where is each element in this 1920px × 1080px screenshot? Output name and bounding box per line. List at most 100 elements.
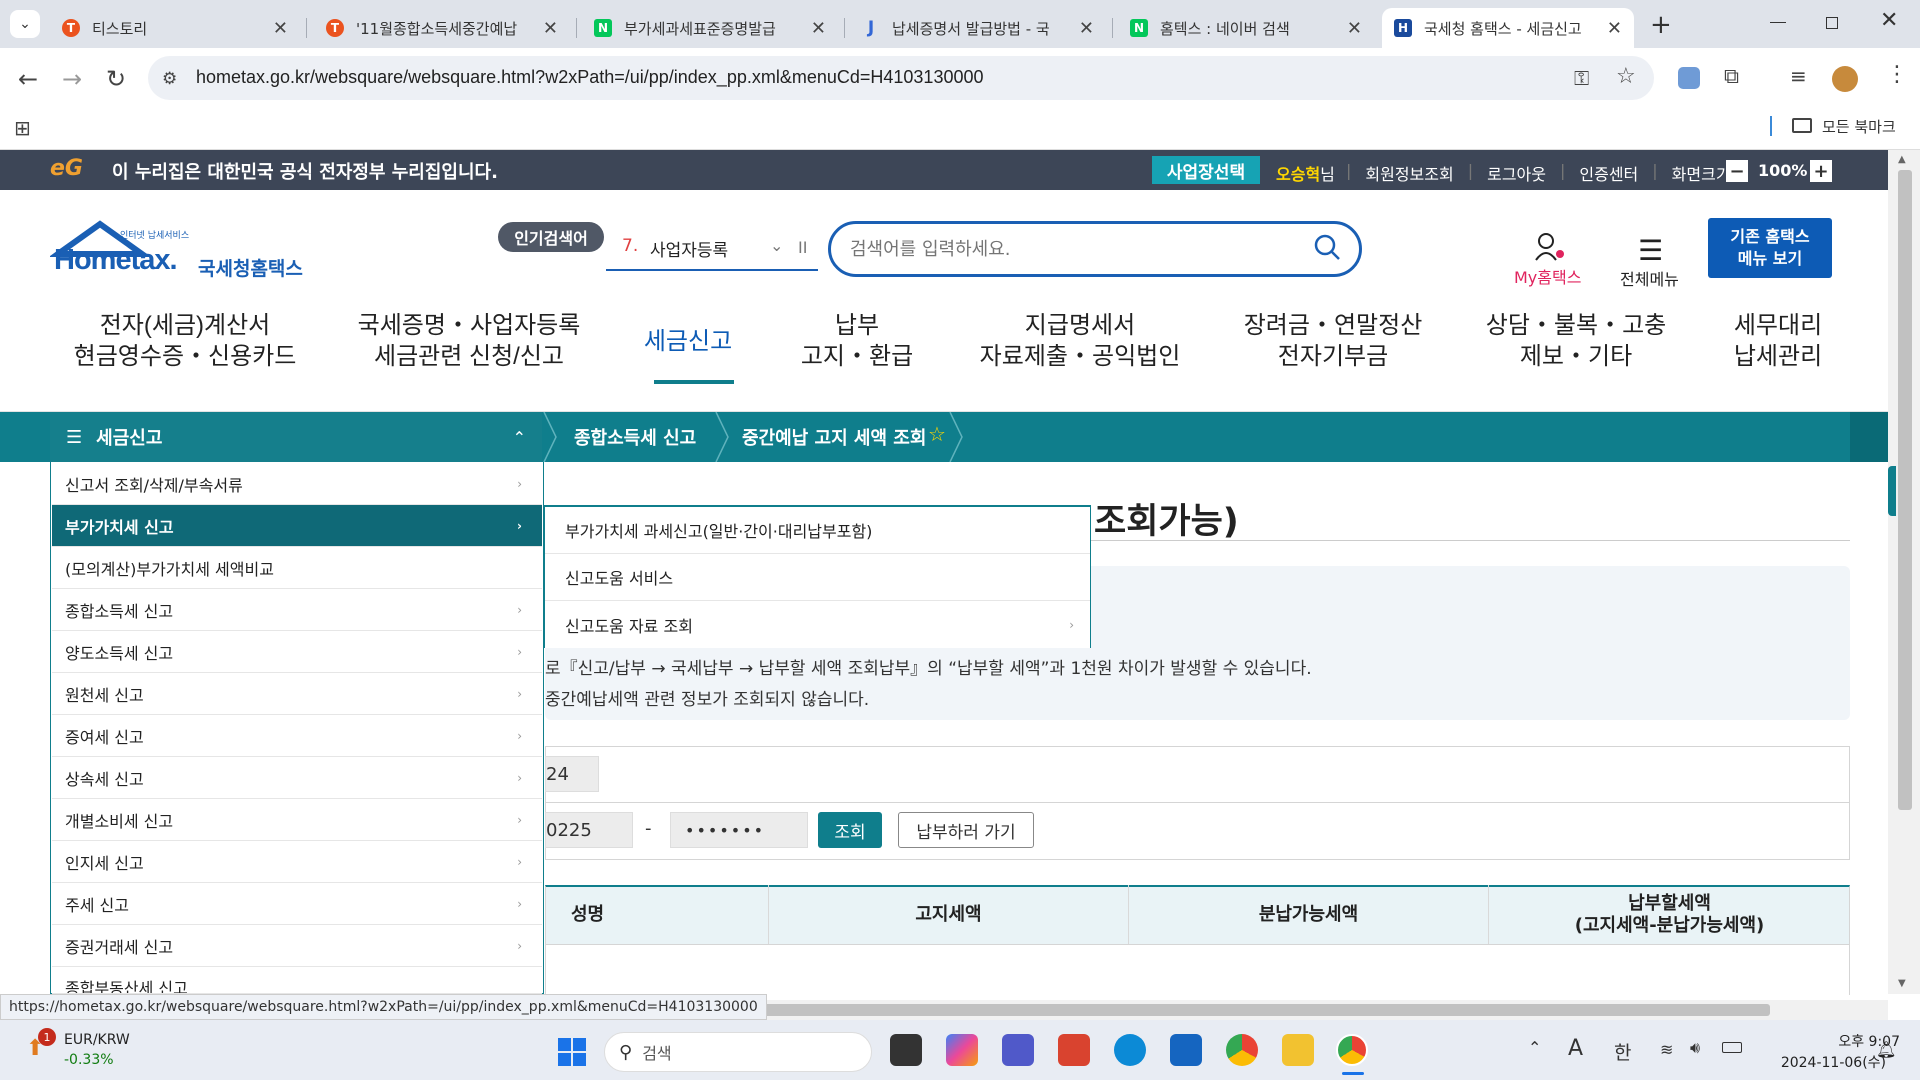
minimize-icon[interactable] [1770,22,1786,23]
browser-tab[interactable]: N 홈텍스 : 네이버 검색 ✕ [1118,8,1374,48]
browser-tab[interactable]: T '11월종합소득세중간예납 ✕ [314,8,570,48]
gnb-incentive[interactable]: 장려금・연말정산 전자기부금 [1230,310,1436,372]
media-control-icon[interactable]: ≡ [1790,64,1807,88]
restore-icon[interactable] [1826,17,1838,29]
gnb-certificate[interactable]: 국세증명・사업자등록 세금관련 신청/신고 [356,310,582,372]
file-explorer-icon[interactable] [1282,1034,1314,1066]
clock-date[interactable]: 2024-11-06(수) [1762,1052,1886,1072]
pause-icon[interactable]: II [798,238,807,257]
new-tab-button[interactable]: + [1650,10,1672,40]
close-icon[interactable]: ✕ [543,18,558,39]
menu-item[interactable]: 원천세 신고 › [52,673,542,715]
bookmark-star-icon[interactable]: ☆ [1616,64,1636,89]
scroll-up-icon[interactable]: ▲ [1898,154,1906,165]
gnb-tax-agent[interactable]: 세무대리 납세관리 [1710,310,1846,372]
search-input[interactable] [850,233,1300,265]
password-key-icon[interactable]: ⚿ [1574,66,1589,90]
start-icon[interactable] [558,1038,586,1066]
favorite-star-icon[interactable]: ☆ [928,422,946,446]
resident-id-front-field[interactable]: 0225 [545,812,633,848]
breadcrumb-current[interactable]: 중간예납 고지 세액 조회 [742,424,926,450]
breadcrumb-item[interactable]: 종합소득세 신고 [574,424,696,450]
extension-app-icon[interactable] [1678,67,1700,89]
logout-link[interactable]: 로그아웃 [1487,161,1546,185]
submenu-item[interactable]: 신고도움 자료 조회 › [545,601,1090,648]
chevron-down-icon[interactable]: ⌄ [770,236,783,255]
vertical-scrollbar[interactable]: ▲ ▼ [1888,150,1920,994]
menu-item-active[interactable]: 부가가치세 신고 › [52,505,542,547]
ime-letter[interactable]: A [1568,1036,1583,1061]
notification-bell-icon[interactable]: 🔔︎ [1876,1040,1896,1059]
chrome-profile-icon[interactable] [1336,1034,1368,1066]
close-icon[interactable]: ✕ [1607,18,1622,39]
lnb-menu-toggle[interactable]: ☰ 세금신고 ⌃ [50,412,542,462]
browser-tab[interactable]: J 납세증명서 발급방법 - 국 ✕ [850,8,1106,48]
menu-item[interactable]: 종합소득세 신고 › [52,589,542,631]
menu-item[interactable]: (모의계산)부가가치세 세액비교 [52,547,542,589]
menu-item[interactable]: 개별소비세 신고 › [52,799,542,841]
submenu-item[interactable]: 부가가치세 과세신고(일반·간이·대리납부포함) [545,507,1090,554]
go-pay-button[interactable]: 납부하러 가기 [898,812,1034,848]
tray-chevron-up-icon[interactable]: ⌃ [1528,1038,1541,1057]
member-info-link[interactable]: 회원정보조회 [1365,161,1453,185]
folder-icon[interactable] [1792,118,1812,133]
copilot-icon[interactable] [946,1034,978,1066]
mail-icon[interactable] [1170,1034,1202,1066]
scroll-thumb[interactable] [1898,170,1912,810]
all-bookmarks-label[interactable]: 모든 북마크 [1822,116,1896,137]
gnb-payment[interactable]: 납부 고지・환급 [784,310,930,372]
search-icon[interactable] [1314,234,1340,260]
hometax-logo[interactable]: 인터넷 납세서비스 Hometax. 국세청홈택스 [50,220,320,280]
my-hometax-button[interactable]: My홈택스 [1512,232,1592,290]
menu-item[interactable]: 신고서 조회/삭제/부속서류 › [52,463,542,505]
menu-item[interactable]: 상속세 신고 › [52,757,542,799]
gnb-payment-statement[interactable]: 지급명세서 자료제출・공익법인 [970,310,1190,372]
ime-hangul[interactable]: 한 [1614,1038,1631,1065]
old-hometax-menu-button[interactable]: 기존 홈택스 메뉴 보기 [1708,218,1832,278]
url-text[interactable]: hometax.go.kr/websquare/websquare.html?w… [196,67,984,88]
submenu-item[interactable]: 신고도움 서비스 [545,554,1090,601]
menu-item[interactable]: 양도소득세 신고 › [52,631,542,673]
gnb-e-invoice[interactable]: 전자(세금)계산서 현금영수증・신용카드 [72,310,298,372]
menu-item[interactable]: 종합부동산세 신고 [52,967,542,994]
year-field[interactable]: 24 [545,756,599,792]
window-close-icon[interactable]: ✕ [1880,8,1898,33]
apps-grid-icon[interactable]: ⊞ [14,116,31,140]
menu-item[interactable]: 주세 신고 › [52,883,542,925]
close-icon[interactable]: ✕ [273,18,288,39]
chrome-menu-icon[interactable]: ⋮ [1886,62,1908,87]
site-info-icon[interactable]: ⚙ [162,69,177,89]
wifi-icon[interactable]: ≋ [1660,1040,1673,1059]
scroll-down-icon[interactable]: ▼ [1898,978,1906,989]
forward-icon[interactable]: → [56,63,88,95]
all-menu-button[interactable]: ☰ 전체메뉴 [1618,234,1688,290]
popular-keyword-term[interactable]: 사업자등록 [650,236,728,261]
search-submit-button[interactable]: 조회 [818,812,882,848]
menu-item[interactable]: 인지세 신고 › [52,841,542,883]
business-select-button[interactable]: 사업장선택 [1152,156,1260,184]
zoom-out-button[interactable]: − [1726,160,1748,182]
browser-tab[interactable]: T 티스토리 ✕ [50,8,300,48]
task-view-icon[interactable] [890,1034,922,1066]
browser-tab-active[interactable]: H 국세청 홈택스 - 세금신고 ✕ [1382,8,1634,48]
edge-icon[interactable] [1114,1034,1146,1066]
taskbar-search[interactable]: ⚲ 검색 [604,1032,872,1072]
zoom-in-button[interactable]: + [1810,160,1832,182]
extensions-puzzle-icon[interactable]: ⧉ [1724,64,1739,89]
reload-icon[interactable]: ↻ [100,63,132,95]
resident-id-back-field[interactable]: ••••••• [670,812,808,848]
battery-icon[interactable] [1722,1042,1742,1053]
close-icon[interactable]: ✕ [811,18,826,39]
browser-tab[interactable]: N 부가세과세표준증명발급 ✕ [582,8,838,48]
office-icon[interactable] [1058,1034,1090,1066]
menu-item[interactable]: 증권거래세 신고 › [52,925,542,967]
menu-item[interactable]: 증여세 신고 › [52,715,542,757]
back-icon[interactable]: ← [12,63,44,95]
gnb-tax-filing[interactable]: 세금신고 [620,326,756,357]
tab-search-button[interactable]: ⌄ [10,10,40,38]
profile-avatar[interactable] [1832,66,1858,92]
close-icon[interactable]: ✕ [1347,18,1362,39]
chrome-icon[interactable] [1226,1034,1258,1066]
gnb-consult[interactable]: 상담・불복・고충 제보・기타 [1476,310,1676,372]
teams-icon[interactable] [1002,1034,1034,1066]
